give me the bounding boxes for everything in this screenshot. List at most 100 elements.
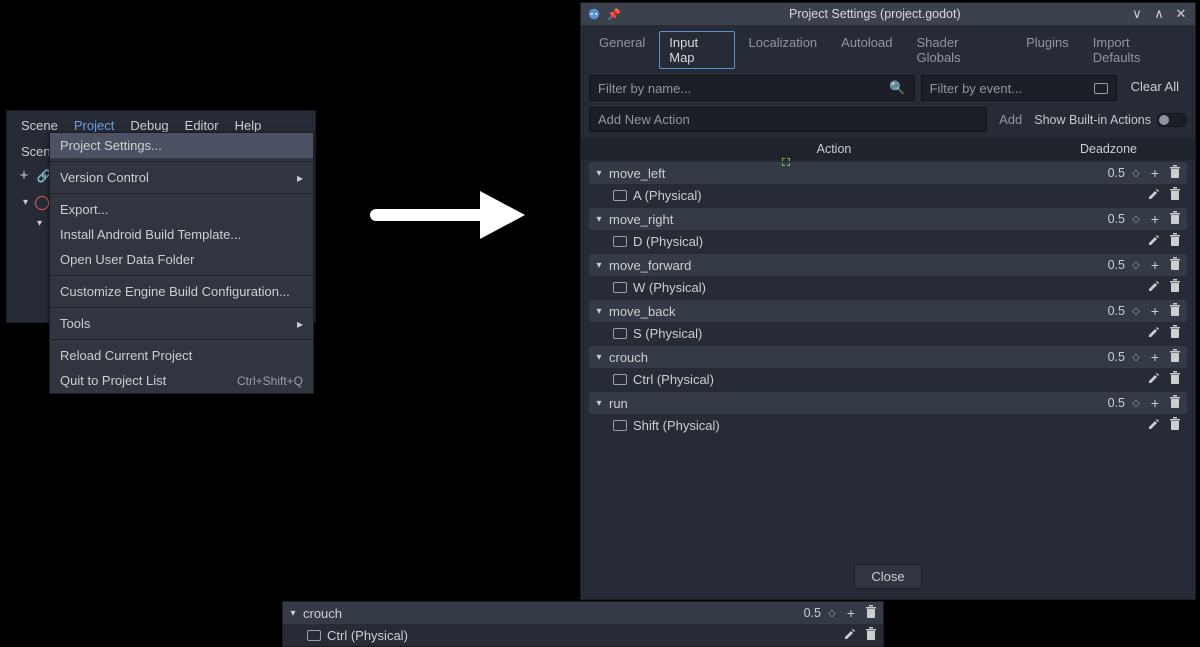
edit-event-button[interactable] [1145, 418, 1161, 433]
filter-placeholder-text: Filter by name... [598, 81, 691, 96]
deadzone-value[interactable]: 0.5 [1091, 350, 1125, 364]
filter-event-input[interactable]: Filter by event... [921, 75, 1117, 101]
menu-item-customize-engine[interactable]: Customize Engine Build Configuration... [50, 279, 313, 304]
project-menu-dropdown: Project Settings... Version Control ▸ Ex… [49, 132, 314, 394]
action-name: move_right [609, 212, 1087, 227]
edit-event-button[interactable] [841, 628, 857, 643]
add-event-button[interactable]: + [1147, 211, 1163, 227]
deadzone-value[interactable]: 0.5 [1091, 166, 1125, 180]
spinner-icon[interactable]: ◇ [1129, 214, 1143, 225]
menu-item-tools[interactable]: Tools ▸ [50, 311, 313, 336]
delete-action-button[interactable] [1167, 257, 1183, 273]
add-event-button[interactable]: + [1147, 165, 1163, 181]
minimize-button[interactable]: ∨ [1129, 6, 1145, 22]
menu-item-install-android[interactable]: Install Android Build Template... [50, 222, 313, 247]
spinner-icon[interactable]: ◇ [1129, 168, 1143, 179]
event-label: Ctrl (Physical) [633, 372, 1139, 387]
action-name: crouch [303, 606, 783, 621]
delete-event-button[interactable] [863, 627, 879, 643]
delete-event-button[interactable] [1167, 417, 1183, 433]
titlebar[interactable]: 📌 Project Settings (project.godot) ∨ ∧ ✕ [581, 3, 1195, 25]
action-row[interactable]: ▾crouch0.5◇+ [589, 346, 1187, 368]
edit-event-button[interactable] [1145, 234, 1161, 249]
delete-event-button[interactable] [1167, 279, 1183, 295]
menu-item-label: Quit to Project List [60, 373, 166, 388]
caret-icon: ▾ [593, 214, 605, 225]
delete-event-button[interactable] [1167, 233, 1183, 249]
menu-item-open-user-data[interactable]: Open User Data Folder [50, 247, 313, 272]
delete-action-button[interactable] [1167, 165, 1183, 181]
edit-event-button[interactable] [1145, 326, 1161, 341]
show-builtin-toggle[interactable] [1157, 113, 1187, 127]
menu-item-reload-project[interactable]: Reload Current Project [50, 343, 313, 368]
add-action-button[interactable]: Add [993, 108, 1028, 131]
add-action-input[interactable]: Add New Action [589, 107, 987, 132]
caret-icon: ▾ [593, 352, 605, 363]
delete-event-button[interactable] [1167, 187, 1183, 203]
tab-shader-globals[interactable]: Shader Globals [906, 31, 1012, 69]
add-event-button[interactable]: + [1147, 303, 1163, 319]
deadzone-value[interactable]: 0.5 [1091, 396, 1125, 410]
menu-separator [50, 275, 313, 276]
maximize-button[interactable]: ∧ [1151, 6, 1167, 22]
menu-item-quit-to-list[interactable]: Quit to Project List Ctrl+Shift+Q [50, 368, 313, 393]
add-node-icon[interactable]: + [13, 167, 35, 184]
action-row[interactable]: ▾move_forward0.5◇+ [589, 254, 1187, 276]
action-row[interactable]: ▾move_left0.5◇+ [589, 162, 1187, 184]
filter-event-placeholder-text: Filter by event... [930, 81, 1022, 96]
event-row[interactable]: Ctrl (Physical) [589, 368, 1187, 390]
add-event-button[interactable]: + [1147, 257, 1163, 273]
delete-action-button[interactable] [1167, 349, 1183, 365]
spinner-icon[interactable]: ◇ [1129, 352, 1143, 363]
pin-icon[interactable]: 📌 [607, 8, 621, 21]
event-label: Shift (Physical) [633, 418, 1139, 433]
edit-event-button[interactable] [1145, 280, 1161, 295]
menu-separator [50, 193, 313, 194]
close-button[interactable]: ✕ [1173, 6, 1189, 22]
deadzone-value[interactable]: 0.5 [1091, 258, 1125, 272]
delete-action-button[interactable] [1167, 303, 1183, 319]
delete-action-button[interactable] [1167, 395, 1183, 411]
tab-import-defaults[interactable]: Import Defaults [1083, 31, 1187, 69]
event-row[interactable]: S (Physical) [589, 322, 1187, 344]
delete-event-button[interactable] [1167, 371, 1183, 387]
deadzone-value[interactable]: 0.5 [1091, 304, 1125, 318]
tab-autoload[interactable]: Autoload [831, 31, 902, 69]
deadzone-value[interactable]: 0.5 [1091, 212, 1125, 226]
add-event-button[interactable]: + [1147, 349, 1163, 365]
event-row[interactable]: Ctrl (Physical) [283, 624, 883, 646]
tab-input-map[interactable]: Input Map [659, 31, 734, 69]
delete-action-button[interactable] [1167, 211, 1183, 227]
delete-event-button[interactable] [1167, 325, 1183, 341]
menu-item-version-control[interactable]: Version Control ▸ [50, 165, 313, 190]
menu-item-export[interactable]: Export... [50, 197, 313, 222]
spinner-icon[interactable]: ◇ [825, 608, 839, 619]
filter-name-input[interactable]: Filter by name... 🔍 [589, 75, 915, 101]
action-row[interactable]: ▾ crouch 0.5 ◇ + [283, 602, 883, 624]
clear-all-button[interactable]: Clear All [1123, 75, 1187, 101]
action-row[interactable]: ▾ move_right 0.5 ◇ + [589, 208, 1187, 230]
action-row[interactable]: ▾move_back0.5◇+ [589, 300, 1187, 322]
zoom-detail: ▾ crouch 0.5 ◇ + Ctrl (Physical) [282, 601, 884, 647]
spinner-icon[interactable]: ◇ [1129, 260, 1143, 271]
action-name: move_forward [609, 258, 1087, 273]
event-row[interactable]: A (Physical) [589, 184, 1187, 206]
event-row[interactable]: D (Physical) [589, 230, 1187, 252]
spinner-icon[interactable]: ◇ [1129, 306, 1143, 317]
tab-general[interactable]: General [589, 31, 655, 69]
event-row[interactable]: W (Physical) [589, 276, 1187, 298]
tab-plugins[interactable]: Plugins [1016, 31, 1079, 69]
add-event-button[interactable]: + [843, 605, 859, 621]
spinner-icon[interactable]: ◇ [1129, 398, 1143, 409]
tab-localization[interactable]: Localization [739, 31, 828, 69]
deadzone-value[interactable]: 0.5 [787, 606, 821, 620]
action-row[interactable]: ▾run0.5◇+ [589, 392, 1187, 414]
delete-action-button[interactable] [863, 605, 879, 621]
close-dialog-button[interactable]: Close [854, 564, 921, 589]
add-event-button[interactable]: + [1147, 395, 1163, 411]
menu-separator [50, 339, 313, 340]
edit-event-button[interactable] [1145, 372, 1161, 387]
event-row[interactable]: Shift (Physical) [589, 414, 1187, 436]
menu-item-project-settings[interactable]: Project Settings... [50, 133, 313, 158]
edit-event-button[interactable] [1145, 188, 1161, 203]
